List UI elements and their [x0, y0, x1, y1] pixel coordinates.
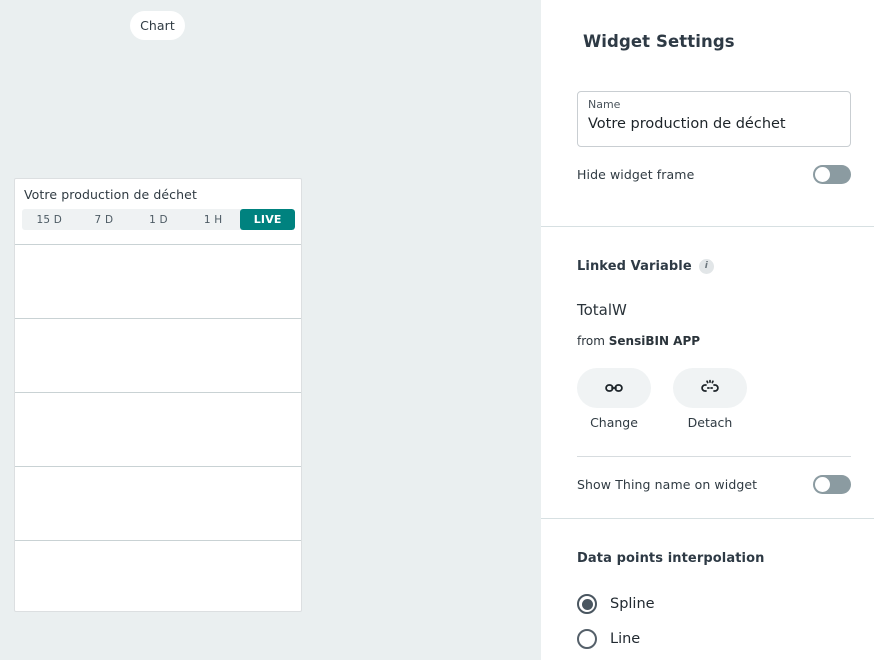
linked-variable-actions: Change Detach — [577, 368, 747, 430]
linked-variable-heading-label: Linked Variable — [577, 259, 692, 274]
interpolation-heading: Data points interpolation — [577, 551, 764, 566]
interpolation-option-spline-label: Spline — [610, 596, 655, 612]
time-range-tab-1d[interactable]: 1 D — [131, 209, 186, 230]
hide-widget-frame-label: Hide widget frame — [577, 166, 695, 182]
widget-name-input[interactable] — [588, 112, 840, 136]
widget-settings-panel: Widget Settings Name Hide widget frame L… — [541, 0, 874, 660]
chart-plot-area — [15, 242, 301, 611]
linked-variable-heading: Linked Variable i — [577, 259, 714, 274]
toggle-knob — [815, 166, 830, 182]
section-divider-inset — [577, 456, 851, 457]
interpolation-option-line[interactable]: Line — [577, 629, 640, 649]
radio-line[interactable] — [577, 629, 597, 649]
chart-widget-title: Votre production de déchet — [24, 187, 197, 202]
link-off-icon — [701, 379, 719, 392]
info-icon[interactable]: i — [698, 259, 714, 274]
time-range-tab-7d[interactable]: 7 D — [77, 209, 132, 230]
interpolation-option-line-label: Line — [610, 631, 641, 647]
time-range-tabs: 15 D 7 D 1 D 1 H LIVE — [22, 209, 295, 230]
interpolation-heading-label: Data points interpolation — [577, 551, 765, 566]
link-icon — [605, 384, 623, 392]
detach-variable-button[interactable] — [673, 368, 747, 408]
dashboard-canvas: Chart Votre production de déchet 15 D 7 … — [0, 0, 541, 660]
linked-variable-source: from SensiBIN APP — [577, 334, 700, 348]
widget-name-label: Name — [588, 98, 621, 111]
chart-gridline — [15, 244, 301, 245]
chart-widget-card[interactable]: Votre production de déchet 15 D 7 D 1 D … — [14, 178, 302, 612]
widget-name-field[interactable]: Name — [577, 91, 851, 147]
time-range-tab-live[interactable]: LIVE — [240, 209, 295, 230]
radio-dot — [581, 598, 593, 610]
chart-type-pill-label: Chart — [140, 18, 175, 33]
chart-gridline — [15, 466, 301, 467]
linked-variable-name: TotalW — [577, 301, 627, 319]
time-range-tab-15d[interactable]: 15 D — [22, 209, 77, 230]
hide-widget-frame-row: Hide widget frame — [577, 163, 851, 185]
change-variable-action[interactable]: Change — [577, 368, 651, 430]
hide-widget-frame-toggle[interactable] — [813, 164, 851, 184]
widget-editor-screen: Chart Votre production de déchet 15 D 7 … — [0, 0, 874, 660]
change-variable-button[interactable] — [577, 368, 651, 408]
detach-variable-action[interactable]: Detach — [673, 368, 747, 430]
toggle-knob — [815, 476, 830, 492]
linked-variable-source-prefix: from — [577, 334, 609, 348]
detach-variable-label: Detach — [687, 415, 733, 430]
chart-gridline — [15, 318, 301, 319]
chart-gridline — [15, 392, 301, 393]
show-thing-name-label: Show Thing name on widget — [577, 476, 758, 492]
interpolation-option-spline[interactable]: Spline — [577, 594, 655, 614]
linked-variable-source-name: SensiBIN APP — [608, 334, 701, 348]
change-variable-label: Change — [590, 415, 638, 430]
panel-title: Widget Settings — [583, 32, 735, 51]
section-divider — [541, 518, 874, 519]
section-divider — [541, 226, 874, 227]
radio-spline[interactable] — [577, 594, 597, 614]
chart-gridline — [15, 540, 301, 541]
show-thing-name-toggle[interactable] — [813, 474, 851, 494]
time-range-tab-1h[interactable]: 1 H — [186, 209, 241, 230]
chart-type-pill[interactable]: Chart — [130, 11, 185, 40]
show-thing-name-row: Show Thing name on widget — [577, 473, 851, 495]
